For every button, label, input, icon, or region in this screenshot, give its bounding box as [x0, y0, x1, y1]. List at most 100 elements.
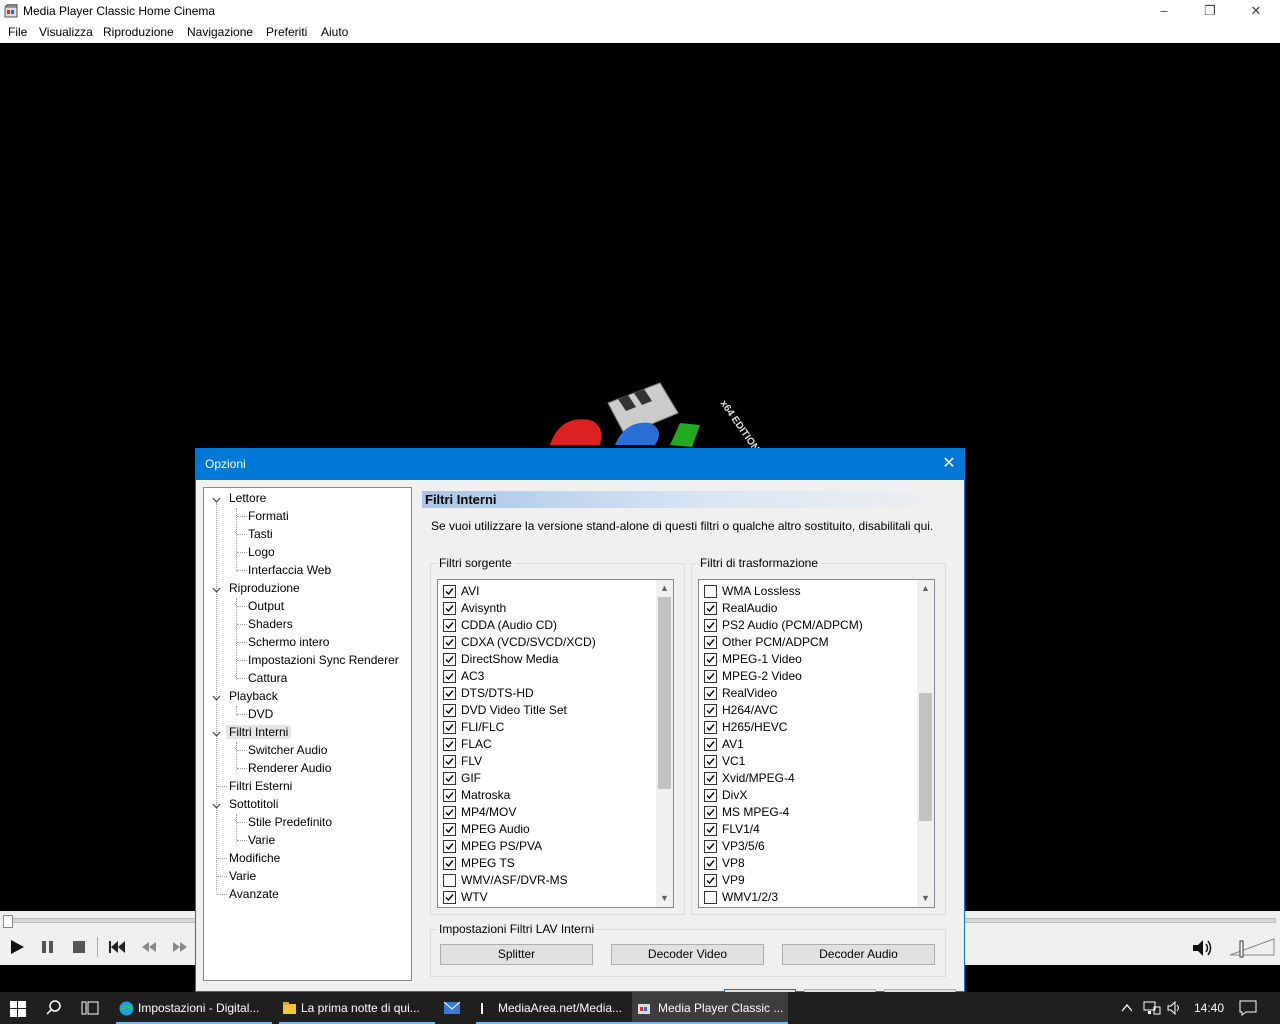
checkbox-checked[interactable] — [704, 755, 717, 768]
checkbox-checked[interactable] — [704, 840, 717, 853]
taskbar-app-mail[interactable] — [440, 992, 464, 1024]
search-icon[interactable] — [46, 1000, 62, 1016]
notifications-icon[interactable] — [1239, 1000, 1257, 1016]
checkbox-checked[interactable] — [704, 670, 717, 683]
source-list-scrollbar[interactable]: ▲ ▼ — [656, 580, 673, 907]
tree-item-sottotitoli[interactable]: Sottotitoli — [229, 797, 278, 811]
tree-item-sottotitoli-varie[interactable]: Varie — [248, 833, 275, 847]
menu-view[interactable]: Visualizza — [39, 25, 93, 39]
tree-item-logo[interactable]: Logo — [248, 545, 275, 559]
checkbox-checked[interactable] — [443, 653, 456, 666]
tree-item-filtri-esterni[interactable]: Filtri Esterni — [229, 779, 292, 793]
checkbox-checked[interactable] — [443, 636, 456, 649]
tree-item-filtri-interni[interactable]: Filtri Interni — [226, 725, 292, 739]
network-icon[interactable] — [1143, 1000, 1161, 1016]
tree-item-lettore[interactable]: Lettore — [229, 491, 266, 505]
checkbox-checked[interactable] — [704, 653, 717, 666]
checkbox-unchecked[interactable] — [443, 874, 456, 887]
scroll-up-icon[interactable]: ▲ — [917, 580, 934, 597]
checkbox-checked[interactable] — [704, 823, 717, 836]
tree-item-stile-predefinito[interactable]: Stile Predefinito — [248, 815, 332, 829]
tree-item-varie[interactable]: Varie — [229, 869, 256, 883]
previous-icon[interactable] — [107, 937, 127, 957]
tree-item-sync-renderer[interactable]: Impostazioni Sync Renderer — [248, 653, 399, 667]
tree-item-modifiche[interactable]: Modifiche — [229, 851, 280, 865]
volume-icon[interactable] — [1191, 937, 1215, 959]
dialog-close-button[interactable]: ✕ — [934, 449, 964, 480]
transform-filters-list[interactable]: ▲ ▼ WMA Lossless RealAudio PS2 Audio (PCM/… — [698, 579, 935, 908]
restore-button[interactable]: ❐ — [1187, 0, 1233, 22]
checkbox-checked[interactable] — [704, 602, 717, 615]
checkbox-unchecked[interactable] — [704, 585, 717, 598]
checkbox-checked[interactable] — [443, 891, 456, 904]
checkbox-unchecked[interactable] — [704, 891, 717, 904]
checkbox-checked[interactable] — [704, 721, 717, 734]
checkbox-checked[interactable] — [443, 670, 456, 683]
checkbox-checked[interactable] — [443, 687, 456, 700]
checkbox-checked[interactable] — [443, 789, 456, 802]
scroll-thumb[interactable] — [919, 693, 932, 821]
tree-item-formati[interactable]: Formati — [248, 509, 289, 523]
checkbox-checked[interactable] — [704, 687, 717, 700]
checkbox-checked[interactable] — [443, 704, 456, 717]
taskbar-app-explorer[interactable]: La prima notte di qui... — [279, 992, 435, 1024]
chevron-down-icon[interactable] — [212, 587, 221, 593]
checkbox-checked[interactable] — [443, 585, 456, 598]
scroll-up-icon[interactable]: ▲ — [656, 580, 673, 597]
windows-start-icon[interactable] — [10, 1001, 26, 1017]
fast-forward-icon[interactable] — [170, 937, 190, 957]
menu-file[interactable]: File — [8, 25, 27, 39]
checkbox-checked[interactable] — [704, 619, 717, 632]
checkbox-checked[interactable] — [443, 772, 456, 785]
checkbox-checked[interactable] — [443, 840, 456, 853]
checkbox-checked[interactable] — [443, 619, 456, 632]
clock[interactable]: 14:40 — [1194, 1001, 1224, 1015]
chevron-down-icon[interactable] — [212, 695, 221, 701]
tree-item-output[interactable]: Output — [248, 599, 284, 613]
source-filters-list[interactable]: ▲ ▼ AVI Avisynth CDDA (Audio CD) CDXA (VCD/… — [437, 579, 674, 908]
checkbox-checked[interactable] — [704, 857, 717, 870]
scroll-down-icon[interactable]: ▼ — [656, 890, 673, 907]
tree-item-interfaccia-web[interactable]: Interfaccia Web — [248, 563, 331, 577]
chevron-up-icon[interactable] — [1121, 1002, 1133, 1014]
menu-navigate[interactable]: Navigazione — [187, 25, 253, 39]
tree-item-tasti[interactable]: Tasti — [248, 527, 273, 541]
tree-item-cattura[interactable]: Cattura — [248, 671, 287, 685]
tree-item-renderer-audio[interactable]: Renderer Audio — [248, 761, 331, 775]
pause-icon[interactable] — [38, 937, 58, 957]
volume-slider[interactable] — [1228, 935, 1276, 959]
checkbox-checked[interactable] — [704, 738, 717, 751]
tree-item-shaders[interactable]: Shaders — [248, 617, 293, 631]
scroll-thumb[interactable] — [658, 597, 671, 789]
checkbox-checked[interactable] — [443, 806, 456, 819]
menu-help[interactable]: Aiuto — [321, 25, 348, 39]
checkbox-checked[interactable] — [443, 755, 456, 768]
scroll-down-icon[interactable]: ▼ — [917, 890, 934, 907]
checkbox-checked[interactable] — [704, 806, 717, 819]
decoder-video-button[interactable]: Decoder Video — [611, 944, 764, 965]
checkbox-checked[interactable] — [704, 704, 717, 717]
close-window-button[interactable]: ✕ — [1233, 0, 1279, 22]
checkbox-checked[interactable] — [704, 772, 717, 785]
transform-list-scrollbar[interactable]: ▲ ▼ — [917, 580, 934, 907]
tree-item-dvd[interactable]: DVD — [248, 707, 273, 721]
checkbox-checked[interactable] — [704, 636, 717, 649]
minimize-button[interactable]: – — [1141, 0, 1187, 22]
stop-icon[interactable] — [69, 937, 89, 957]
rewind-icon[interactable] — [139, 937, 159, 957]
chevron-down-icon[interactable] — [212, 497, 221, 503]
checkbox-checked[interactable] — [443, 823, 456, 836]
play-icon[interactable] — [7, 937, 27, 957]
tree-item-playback[interactable]: Playback — [229, 689, 278, 703]
tree-item-schermo-intero[interactable]: Schermo intero — [248, 635, 329, 649]
decoder-audio-button[interactable]: Decoder Audio — [782, 944, 935, 965]
tree-item-switcher-audio[interactable]: Switcher Audio — [248, 743, 327, 757]
taskbar-app-mpc[interactable]: Media Player Classic ... — [632, 992, 788, 1024]
task-view-icon[interactable] — [81, 1000, 99, 1016]
chevron-down-icon[interactable] — [212, 803, 221, 809]
seek-thumb[interactable] — [3, 915, 13, 928]
checkbox-checked[interactable] — [704, 789, 717, 802]
chevron-down-icon[interactable] — [212, 731, 221, 737]
tree-item-avanzate[interactable]: Avanzate — [229, 887, 279, 901]
splitter-button[interactable]: Splitter — [440, 944, 593, 965]
